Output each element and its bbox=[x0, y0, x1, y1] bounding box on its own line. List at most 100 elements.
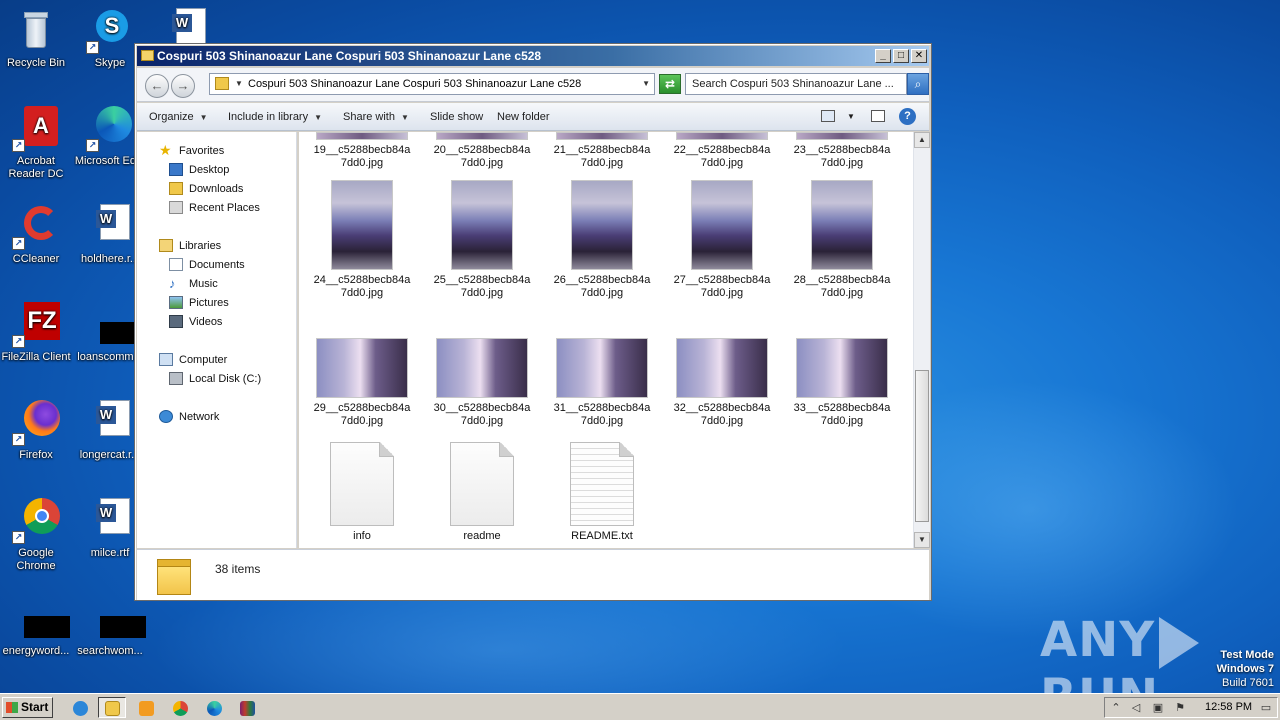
forward-button[interactable]: → bbox=[171, 74, 195, 98]
file-item[interactable]: 26__c5288becb84a 7dd0.jpg bbox=[547, 180, 657, 300]
desktop-icon-ccleaner[interactable]: ↗ CCleaner bbox=[0, 202, 72, 266]
organize-menu[interactable]: Organize ▼ bbox=[149, 103, 208, 131]
address-path[interactable]: ▼ Cospuri 503 Shinanoazur Lane Cospuri 5… bbox=[209, 73, 655, 95]
star-icon: ★ bbox=[159, 142, 172, 158]
vertical-scrollbar[interactable]: ▲ ▼ bbox=[913, 132, 930, 548]
file-item[interactable]: 33__c5288becb84a 7dd0.jpg bbox=[787, 338, 897, 428]
file-name-line: 25__c5288becb84a bbox=[433, 274, 531, 286]
file-item[interactable]: 19__c5288becb84a 7dd0.jpg bbox=[307, 132, 417, 170]
file-name-line: 26__c5288becb84a bbox=[553, 274, 651, 286]
nav-label: Favorites bbox=[179, 145, 225, 157]
chevron-up-icon[interactable]: ⌃ bbox=[1109, 701, 1123, 715]
folder-icon bbox=[215, 77, 229, 90]
share-with-menu[interactable]: Share with ▼ bbox=[343, 103, 409, 131]
change-view-icon[interactable] bbox=[821, 110, 835, 122]
search-input[interactable]: Search Cospuri 503 Shinanoazur Lane ... bbox=[685, 73, 907, 95]
media-player-icon bbox=[139, 701, 154, 716]
file-item[interactable]: 25__c5288becb84a 7dd0.jpg bbox=[427, 180, 537, 300]
action-center-flag-icon[interactable]: ⚑ bbox=[1173, 701, 1187, 715]
file-item[interactable]: info bbox=[307, 442, 417, 543]
desktop-icon-acrobat[interactable]: A ↗ Acrobat Reader DC bbox=[0, 104, 72, 181]
slide-show-button[interactable]: Slide show bbox=[430, 103, 483, 131]
file-item[interactable]: 21__c5288becb84a 7dd0.jpg bbox=[547, 132, 657, 170]
refresh-button[interactable]: ⇄ bbox=[659, 74, 681, 94]
file-item[interactable]: readme bbox=[427, 442, 537, 543]
preview-pane-icon[interactable] bbox=[871, 110, 885, 122]
recycle-bin-icon bbox=[12, 6, 60, 54]
new-folder-button[interactable]: New folder bbox=[497, 103, 550, 131]
scroll-down-button[interactable]: ▼ bbox=[914, 532, 930, 548]
search-button[interactable]: ⌕ bbox=[907, 73, 929, 95]
file-item[interactable]: 27__c5288becb84a 7dd0.jpg bbox=[667, 180, 777, 300]
file-item[interactable]: 31__c5288becb84a 7dd0.jpg bbox=[547, 338, 657, 428]
file-item[interactable]: 23__c5288becb84a 7dd0.jpg bbox=[787, 132, 897, 170]
file-name-line: 7dd0.jpg bbox=[580, 415, 624, 427]
network-status-icon[interactable]: ▣ bbox=[1151, 701, 1165, 715]
image-thumbnail bbox=[436, 338, 528, 398]
desktop-icon-filezilla[interactable]: FZ ↗ FileZilla Client bbox=[0, 300, 72, 364]
file-name-line: 7dd0.jpg bbox=[580, 287, 624, 299]
file-item[interactable]: 32__c5288becb84a 7dd0.jpg bbox=[667, 338, 777, 428]
back-button[interactable]: ← bbox=[145, 74, 169, 98]
details-pane: 38 items bbox=[137, 549, 929, 600]
taskbar-chrome[interactable] bbox=[166, 697, 194, 718]
new-folder-label: New folder bbox=[497, 111, 550, 123]
taskbar-explorer[interactable] bbox=[98, 697, 126, 718]
chevron-down-icon[interactable]: ▼ bbox=[642, 74, 650, 94]
file-item[interactable]: 28__c5288becb84a 7dd0.jpg bbox=[787, 180, 897, 300]
ccleaner-icon: ↗ bbox=[12, 202, 60, 250]
file-item[interactable]: 20__c5288becb84a 7dd0.jpg bbox=[427, 132, 537, 170]
word-document-icon: W bbox=[86, 398, 134, 446]
nav-label: Desktop bbox=[189, 164, 230, 176]
show-desktop-icon[interactable]: ▭ bbox=[1259, 701, 1273, 715]
minimize-button[interactable]: _ bbox=[875, 49, 891, 63]
speaker-icon[interactable]: ◁ bbox=[1129, 701, 1143, 715]
image-thumbnail bbox=[316, 132, 408, 140]
file-item[interactable]: 22__c5288becb84a 7dd0.jpg bbox=[667, 132, 777, 170]
image-thumbnail bbox=[556, 132, 648, 140]
start-button[interactable]: Start bbox=[2, 697, 53, 718]
scroll-up-button[interactable]: ▲ bbox=[914, 132, 930, 148]
chevron-down-icon[interactable]: ▼ bbox=[847, 103, 855, 131]
include-in-library-menu[interactable]: Include in library ▼ bbox=[228, 103, 322, 131]
edge-icon: ↗ bbox=[86, 104, 134, 152]
desktop-icon-energyword[interactable]: energyword... bbox=[0, 594, 72, 658]
nav-label: Music bbox=[189, 278, 218, 290]
taskbar-internet-explorer[interactable] bbox=[66, 697, 94, 718]
help-icon[interactable]: ? bbox=[899, 108, 916, 125]
file-item[interactable]: 30__c5288becb84a 7dd0.jpg bbox=[427, 338, 537, 428]
text-file-icon bbox=[570, 442, 634, 526]
file-name: 27__c5288becb84a 7dd0.jpg bbox=[667, 274, 777, 300]
windows-logo-icon bbox=[6, 702, 18, 713]
desktop-icon-label: Google Chrome bbox=[16, 547, 56, 572]
desktop-icon-label: FileZilla Client bbox=[1, 351, 71, 363]
file-name-line: 29__c5288becb84a bbox=[313, 402, 411, 414]
libraries-icon bbox=[159, 239, 173, 252]
firefox-icon: ↗ bbox=[12, 398, 60, 446]
image-thumbnail bbox=[676, 338, 768, 398]
taskbar-edge[interactable] bbox=[200, 697, 228, 718]
close-button[interactable]: ✕ bbox=[911, 49, 927, 63]
nav-label: Network bbox=[179, 411, 220, 423]
file-name-line: 7dd0.jpg bbox=[580, 157, 624, 169]
file-item[interactable]: README.txt bbox=[547, 442, 657, 543]
desktop-icon-label: Recycle Bin bbox=[6, 57, 66, 69]
desktop-icon-firefox[interactable]: ↗ Firefox bbox=[0, 398, 72, 462]
maximize-button[interactable]: □ bbox=[893, 49, 909, 63]
chevron-down-icon: ▼ bbox=[400, 113, 409, 122]
filezilla-icon: FZ ↗ bbox=[12, 300, 60, 348]
desktop-icon-searchwom[interactable]: searchwom... bbox=[74, 594, 146, 658]
clock[interactable]: 12:58 PM bbox=[1205, 701, 1252, 713]
scroll-thumb[interactable] bbox=[915, 370, 929, 522]
taskbar-media-player[interactable] bbox=[132, 697, 160, 718]
desktop-icon-chrome[interactable]: ↗ Google Chrome bbox=[0, 496, 72, 573]
image-thumbnail bbox=[676, 132, 768, 140]
window-titlebar[interactable]: Cospuri 503 Shinanoazur Lane Cospuri 503… bbox=[137, 46, 929, 66]
pictures-icon bbox=[169, 296, 183, 309]
taskbar-winrar[interactable] bbox=[233, 697, 261, 718]
play-icon bbox=[1159, 617, 1200, 669]
file-item[interactable]: 24__c5288becb84a 7dd0.jpg bbox=[307, 180, 417, 300]
file-item[interactable]: 29__c5288becb84a 7dd0.jpg bbox=[307, 338, 417, 428]
desktop-icon-recycle-bin[interactable]: Recycle Bin bbox=[0, 6, 72, 70]
videos-icon bbox=[169, 315, 183, 328]
